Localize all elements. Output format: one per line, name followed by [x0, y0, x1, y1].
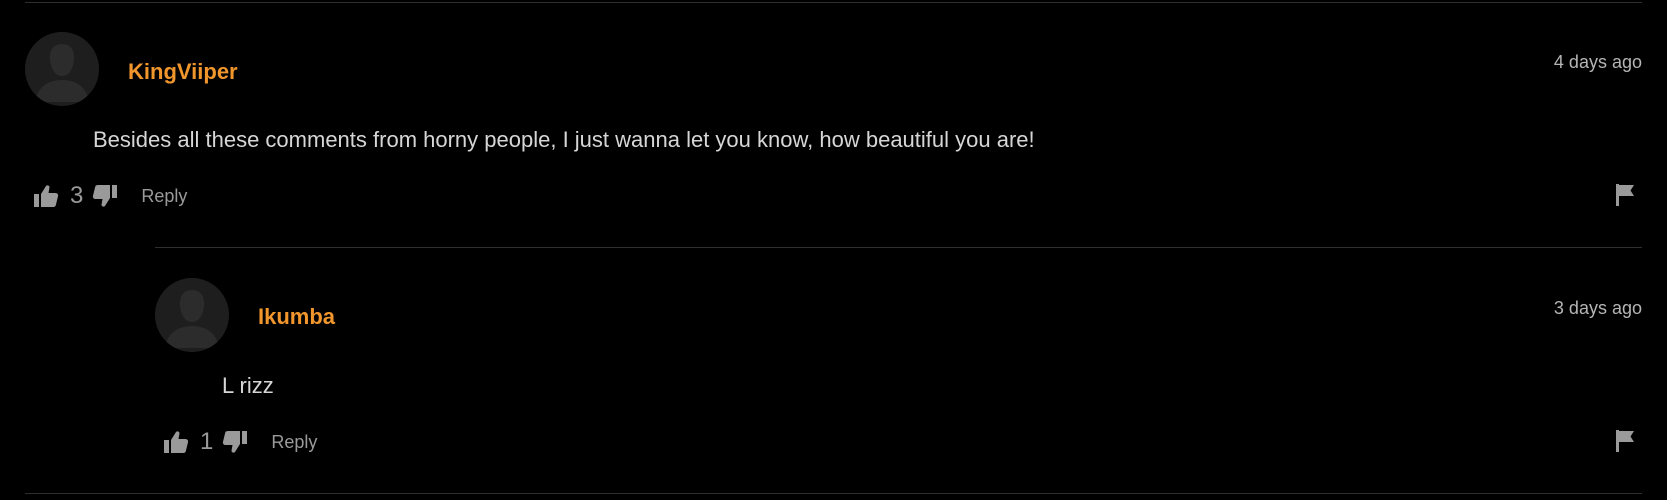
like-count: 1 [200, 428, 214, 455]
comment-actions: 3 Reply [32, 181, 187, 211]
flag-icon[interactable] [1613, 181, 1637, 209]
comment-text: Besides all these comments from horny pe… [93, 127, 1035, 152]
thumbs-down-icon[interactable] [221, 428, 249, 456]
default-user-avatar-icon [155, 278, 229, 352]
divider-top [25, 2, 1642, 3]
divider-reply [155, 247, 1642, 248]
comment-timestamp: 3 days ago [1553, 298, 1642, 318]
user-avatar[interactable] [155, 278, 229, 352]
flag-icon[interactable] [1613, 427, 1637, 455]
reply-button[interactable]: Reply [271, 431, 317, 453]
divider-bottom [25, 493, 1642, 494]
thumbs-down-icon[interactable] [91, 182, 119, 210]
reply-button[interactable]: Reply [141, 185, 187, 207]
thumbs-up-icon[interactable] [32, 182, 60, 210]
thumbs-up-icon[interactable] [162, 428, 190, 456]
comment-username[interactable]: Ikumba [258, 304, 335, 330]
comment-actions: 1 Reply [162, 427, 317, 457]
user-avatar[interactable] [25, 32, 99, 106]
like-count: 3 [70, 182, 84, 209]
comment-username[interactable]: KingViiper [128, 59, 238, 85]
default-user-avatar-icon [25, 32, 99, 106]
comment-timestamp: 4 days ago [1553, 52, 1642, 72]
comment-text: L rizz [222, 373, 274, 398]
